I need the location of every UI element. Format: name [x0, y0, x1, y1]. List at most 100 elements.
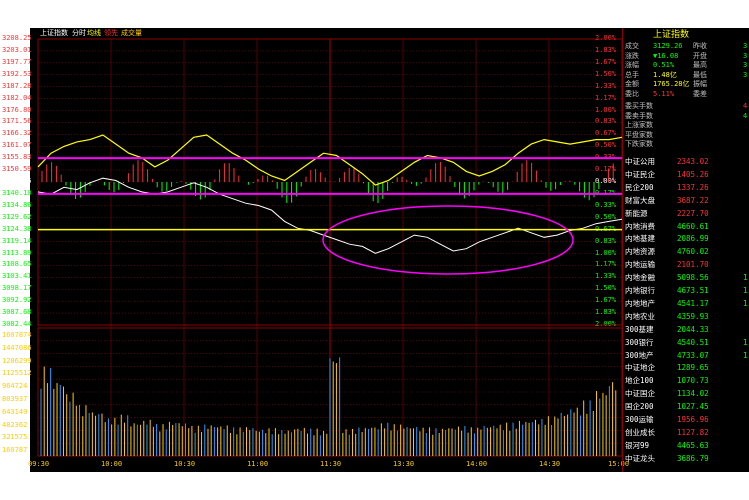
index-value: 1127.82: [677, 427, 709, 437]
price-tick-label: 3155.83: [2, 153, 32, 162]
price-tick-label: 3187.28: [2, 81, 32, 90]
index-name: 新能源: [625, 208, 648, 218]
index-value: 4465.63: [677, 440, 709, 450]
index-name: 地企100: [625, 376, 654, 386]
volume-tick-label: 1286299: [2, 356, 32, 365]
price-tick-label: 3176.80: [2, 105, 32, 114]
index-list-item[interactable]: 中证民企 1405.26: [623, 169, 749, 181]
quote-l2: 委差: [693, 89, 707, 98]
index-list-item[interactable]: 民企200 1337.26: [623, 182, 749, 194]
index-value: 4359.93: [677, 311, 709, 321]
index-name: 内地基建: [625, 234, 655, 244]
quote-l2: 开盘: [693, 51, 707, 60]
index-name: 内地消费: [625, 221, 655, 231]
quote-l1: 成交: [625, 42, 639, 50]
index-list-item[interactable]: 中证地企 1289.65: [623, 362, 749, 374]
quote-l2: 振幅: [693, 80, 707, 88]
price-tick-label: 3150.59: [2, 165, 32, 174]
quote-l2: 最低: [693, 70, 707, 79]
index-value: 4660.61: [677, 221, 709, 231]
index-list-item[interactable]: 中证国企 1134.02: [623, 388, 749, 400]
index-name: 中证民企: [625, 169, 655, 179]
quote-l1: 涨跌: [625, 51, 639, 60]
index-list-item[interactable]: 300运输 1956.96: [623, 414, 749, 426]
quote-v2: 3: [743, 61, 748, 69]
quote-v1: 1.48亿: [653, 70, 677, 79]
index-flag: 1: [743, 273, 748, 283]
index-list-item[interactable]: 内地农业 4359.93: [623, 311, 749, 323]
price-tick-label: 3129.62: [2, 212, 32, 221]
index-flag: 1: [743, 337, 748, 347]
quote-l2: 昨收: [693, 42, 707, 50]
index-value: 1027.45: [677, 402, 709, 412]
index-value: 1070.73: [677, 376, 709, 386]
index-name: 创业成长: [625, 427, 655, 437]
index-list-item[interactable]: 财富大盘 3687.22: [623, 195, 749, 207]
index-list-item[interactable]: 300地产 4733.07 1: [623, 350, 749, 362]
index-value: 2343.02: [677, 157, 709, 166]
index-name: 中证国企: [625, 389, 655, 399]
index-name: 财富大盘: [625, 195, 655, 205]
index-value: 1337.26: [677, 182, 709, 192]
price-tick-label: 3192.53: [2, 69, 32, 78]
index-list-item[interactable]: 中证龙头 3686.79: [623, 453, 749, 465]
index-value: 2227.70: [677, 208, 709, 218]
price-tick-label: 3113.89: [2, 248, 32, 257]
index-value: 1956.96: [677, 415, 709, 424]
price-tick-label: 3208.25: [2, 34, 32, 42]
index-list-item[interactable]: 内地地产 4541.17 1: [623, 298, 749, 310]
index-flag: 1: [743, 350, 748, 360]
index-value: 5098.56: [677, 273, 709, 283]
index-list-item[interactable]: 创业成长 1127.82: [623, 427, 749, 439]
quote-l1: 委比: [625, 89, 639, 98]
index-value: 4541.17: [677, 298, 709, 308]
index-list-item[interactable]: 内地金融 5098.56 1: [623, 272, 749, 284]
index-list-item[interactable]: 新能源 2227.70: [623, 208, 749, 220]
index-list-item[interactable]: 内地资源 4760.02: [623, 246, 749, 258]
price-tick-label: 3087.68: [2, 308, 32, 317]
index-list-item[interactable]: 国企200 1027.45: [623, 401, 749, 413]
index-value: 2086.99: [677, 234, 709, 244]
index-value: 3686.79: [677, 453, 709, 463]
index-name: 中证公用: [625, 157, 655, 166]
index-name: 民企200: [625, 182, 654, 192]
price-tick-label: 3134.86: [2, 200, 32, 209]
stat-label: 下跌家数: [625, 140, 653, 148]
price-tick-label: 3145.35: [2, 177, 32, 185]
index-list-item[interactable]: 内地消费 4660.61: [623, 221, 749, 233]
stat-value: 4: [743, 102, 748, 110]
price-tick-label: 3108.65: [2, 260, 32, 269]
price-tick-label: 3098.17: [2, 284, 32, 293]
volume-tick-label: 482362: [2, 420, 28, 429]
index-name: 内地运输: [625, 260, 655, 270]
price-tick-label: 3082.44: [2, 320, 32, 328]
index-list-item[interactable]: 中证公用 2343.02: [623, 156, 749, 168]
index-list-item[interactable]: 地企100 1070.73: [623, 375, 749, 387]
index-name: 国企200: [625, 402, 654, 412]
stat-label: 上涨家数: [625, 121, 653, 129]
volume-tick-label: 964724: [2, 382, 28, 391]
index-value: 1134.02: [677, 389, 709, 399]
price-tick-label: 3103.41: [2, 272, 32, 281]
stat-label: 委卖手数: [625, 111, 653, 120]
quote-v1: 1765.28亿: [653, 80, 690, 88]
stat-value: 4: [743, 111, 748, 120]
terminal-window: 上证指数 分时 均线 领先 成交量 3208.25 3203.01 3197.77 3…: [0, 0, 749, 500]
index-name: 银河99: [625, 440, 650, 450]
price-tick-label: 3197.77: [2, 57, 32, 66]
index-value: 4760.02: [677, 247, 709, 257]
index-list-item[interactable]: 银河99 4465.63: [623, 440, 749, 452]
index-name: 内地银行: [625, 286, 655, 295]
index-list-item[interactable]: 内地基建 2086.99: [623, 233, 749, 245]
index-list-item[interactable]: 300基建 2044.33: [623, 324, 749, 336]
quote-v1: ▼16.08: [653, 51, 679, 60]
index-value: 4540.51: [677, 337, 709, 347]
quote-v1: 0.51%: [653, 61, 675, 69]
index-list-item[interactable]: 内地银行 4673.51 1: [623, 285, 749, 297]
index-name: 内地农业: [625, 311, 655, 321]
price-tick-label: 3161.07: [2, 141, 32, 150]
index-name: 300运输: [625, 415, 654, 424]
index-list-item[interactable]: 内地运输 2101.70: [623, 259, 749, 271]
index-list-item[interactable]: 300银行 4540.51 1: [623, 337, 749, 349]
index-name: 内地地产: [625, 298, 655, 308]
